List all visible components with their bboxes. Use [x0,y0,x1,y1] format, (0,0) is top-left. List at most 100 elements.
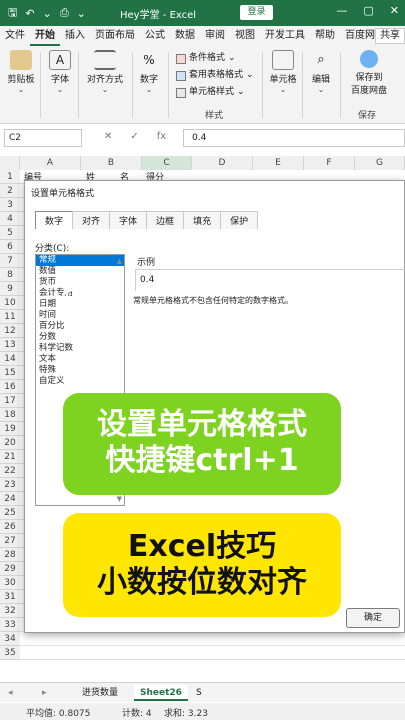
row-header[interactable]: 1 [0,170,20,184]
column-header-g[interactable]: G [355,156,405,170]
cancel-icon[interactable]: ✕ [104,131,112,142]
row-header[interactable]: 11 [0,310,20,324]
row-header[interactable]: 17 [0,394,20,408]
close-button[interactable]: ✕ [390,4,399,17]
login-button[interactable]: 登录 [240,5,273,20]
font-group[interactable]: A 字体 ⌄ [46,50,74,94]
undo-icon[interactable]: ↶ [25,7,34,20]
tab-protection[interactable]: 保护 [220,211,259,229]
category-item[interactable]: 特殊 [36,365,124,376]
tab-fill[interactable]: 填充 [183,211,222,229]
row-header[interactable]: 8 [0,268,20,282]
row-header[interactable]: 21 [0,450,20,464]
row-header[interactable]: 3 [0,198,20,212]
restore-button[interactable]: ▢ [363,4,373,17]
tab-home[interactable]: 开始 [30,26,60,46]
minimize-button[interactable]: — [336,4,347,17]
column-header-a[interactable]: A [20,156,81,170]
sheet-tab[interactable]: 进货数量 [76,685,124,701]
row-header[interactable]: 23 [0,478,20,492]
tab-number[interactable]: 数字 [35,211,74,229]
column-header-f[interactable]: F [304,156,355,170]
sheet-tab-active[interactable]: Sheet26 [134,685,188,701]
row-header[interactable]: 34 [0,632,20,646]
scroll-up-icon[interactable]: ▲ [117,257,122,265]
row-header[interactable]: 28 [0,548,20,562]
row-header[interactable]: 2 [0,184,20,198]
row-header[interactable]: 29 [0,562,20,576]
name-box[interactable]: C2 [4,129,82,147]
row-header[interactable]: 7 [0,254,20,268]
category-item[interactable]: 自定义 [36,376,124,387]
sheet-tab[interactable]: S [190,685,208,701]
row-header[interactable]: 14 [0,352,20,366]
category-item[interactable]: 常规 [36,255,124,266]
align-group[interactable]: 对齐方式 ⌄ [82,50,128,94]
row-header[interactable]: 26 [0,520,20,534]
save-icon[interactable]: 🖫 [8,4,17,23]
row-header[interactable]: 10 [0,296,20,310]
print-icon[interactable]: ⎙ [60,6,69,20]
row-header[interactable]: 13 [0,338,20,352]
next-sheet-icon[interactable]: ▸ [36,685,53,701]
clipboard-group[interactable]: 剪贴板 ⌄ [4,50,38,94]
category-item[interactable]: 日期 [36,299,124,310]
prev-sheet-icon[interactable]: ◂ [2,685,19,701]
tab-page-layout[interactable]: 页面布局 [90,26,140,46]
row-header[interactable]: 20 [0,436,20,450]
cells-group[interactable]: 单元格 ⌄ [266,50,300,94]
check-icon[interactable]: ✓ [130,131,138,142]
row-header[interactable]: 22 [0,464,20,478]
number-group[interactable]: % 数字 ⌄ [136,50,162,94]
category-item[interactable]: 时间 [36,310,124,321]
row-header[interactable]: 6 [0,240,20,254]
tab-file[interactable]: 文件 [0,26,30,46]
select-all-corner[interactable] [0,156,20,170]
tab-font[interactable]: 字体 [109,211,148,229]
edit-group[interactable]: ⌕ 编辑 ⌄ [306,50,336,94]
row-header[interactable]: 32 [0,604,20,618]
row-header[interactable]: 30 [0,576,20,590]
scroll-down-icon[interactable]: ▼ [117,495,122,503]
tab-formulas[interactable]: 公式 [140,26,170,46]
column-header-c[interactable]: C [142,156,192,170]
category-item[interactable]: 文本 [36,354,124,365]
row-header[interactable]: 33 [0,618,20,632]
row-header[interactable]: 25 [0,506,20,520]
category-item[interactable]: 分数 [36,332,124,343]
row-header[interactable]: 16 [0,380,20,394]
row-header[interactable]: 24 [0,492,20,506]
row-header[interactable]: 31 [0,590,20,604]
tab-insert[interactable]: 插入 [60,26,90,46]
category-item[interactable]: 数值 [36,266,124,277]
tab-data[interactable]: 数据 [170,26,200,46]
tab-developer[interactable]: 开发工具 [260,26,310,46]
category-item[interactable]: 科学记数 [36,343,124,354]
tab-alignment[interactable]: 对齐 [72,211,111,229]
row-header[interactable]: 9 [0,282,20,296]
category-item[interactable]: 百分比 [36,321,124,332]
conditional-format-item[interactable]: 条件格式 ⌄ [176,50,254,67]
baidu-save-group[interactable]: 保存到 百度网盘 [344,50,394,96]
cell-style-item[interactable]: 单元格样式 ⌄ [176,84,254,101]
share-button[interactable]: 共享 [375,28,405,44]
fx-icon[interactable]: fx [157,131,166,142]
row-header[interactable]: 27 [0,534,20,548]
dropdown-icon[interactable]: ⌄ [43,7,52,20]
row-header[interactable]: 15 [0,366,20,380]
tab-help[interactable]: 帮助 [310,26,340,46]
table-format-item[interactable]: 套用表格格式 ⌄ [176,67,254,84]
formula-input[interactable]: 0.4 [183,129,405,147]
category-item[interactable]: 会计专用 [36,288,124,299]
tab-view[interactable]: 视图 [230,26,260,46]
tab-border[interactable]: 边框 [146,211,185,229]
column-header-d[interactable]: D [192,156,253,170]
row-header[interactable]: 12 [0,324,20,338]
ok-button[interactable]: 确定 [346,608,400,628]
column-header-b[interactable]: B [81,156,142,170]
column-header-e[interactable]: E [253,156,304,170]
tab-review[interactable]: 审阅 [200,26,230,46]
row-header[interactable]: 5 [0,226,20,240]
more-icon[interactable]: ⌄ [77,7,86,20]
row-header[interactable]: 4 [0,212,20,226]
